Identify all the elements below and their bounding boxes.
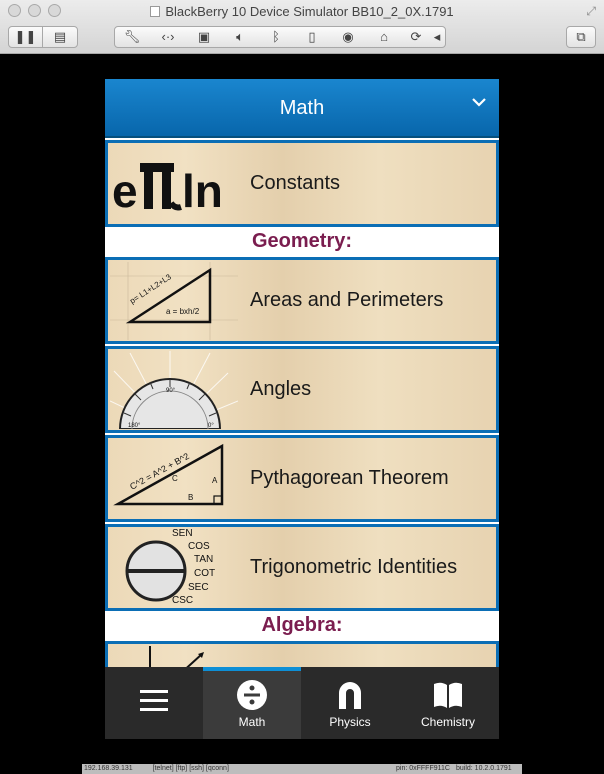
formula-perimeter: p= L1+L2+L3 bbox=[128, 272, 173, 306]
arrow-left-icon[interactable]: ◂ bbox=[429, 27, 445, 47]
rotate-icon[interactable]: ⟳ bbox=[403, 27, 429, 47]
fullscreen-icon[interactable]: ⤢ bbox=[586, 4, 596, 19]
trig-circle-icon: SEN COS TAN COT SEC CSC bbox=[125, 529, 215, 606]
svg-text:e: e bbox=[112, 165, 138, 217]
left-button-group: ❚❚ ▤ bbox=[8, 26, 78, 48]
trig-csc: CSC bbox=[172, 595, 193, 606]
windows-icon: ⧉ bbox=[576, 29, 586, 44]
document-icon bbox=[150, 6, 161, 17]
tab-physics[interactable]: Physics bbox=[301, 667, 399, 739]
sim-card-icon[interactable]: ▣ bbox=[187, 27, 221, 47]
page-title: Math bbox=[279, 97, 325, 119]
section-header-geometry: Geometry: bbox=[105, 228, 499, 255]
snapshot-icon[interactable]: ▤ bbox=[43, 27, 77, 47]
phone-icon[interactable]: ▯ bbox=[295, 27, 329, 47]
trig-sec: SEC bbox=[188, 582, 209, 593]
window-mode-button[interactable]: ⧉ bbox=[566, 26, 596, 48]
constants-icon: e ln bbox=[112, 163, 223, 217]
triangle-area-icon: p= L1+L2+L3 a = bxh/2 bbox=[110, 262, 238, 340]
formula-area: a = bxh/2 bbox=[166, 307, 200, 316]
status-pin: pin: 0xFFFF911C bbox=[396, 765, 450, 772]
list-item-trigonometric[interactable]: SEN COS TAN COT SEC CSC Trigonometric Id… bbox=[105, 524, 499, 611]
right-triangle-icon: C^2 = A^2 + B^2 C A B bbox=[113, 443, 224, 506]
degree-180: 180° bbox=[128, 423, 141, 429]
window-titlebar: BlackBerry 10 Device Simulator BB10_2_0X… bbox=[0, 0, 604, 54]
divide-icon bbox=[237, 680, 267, 710]
simulator-status-bar: 192.168.39.131 [telnet] [ftp] [ssh] [qco… bbox=[82, 764, 522, 774]
wrench-icon[interactable]: 🔧︎ bbox=[115, 27, 149, 47]
camera-icon[interactable]: ◉ bbox=[331, 27, 365, 47]
status-ip: 192.168.39.131 bbox=[84, 765, 133, 772]
status-build: build: 10.2.0.1791 bbox=[456, 765, 512, 772]
network-icon[interactable]: ‹·› bbox=[151, 27, 185, 47]
trig-tan: TAN bbox=[194, 554, 213, 565]
list-item-angles[interactable]: 90° 180° 0° Angles bbox=[105, 346, 499, 433]
tab-math-label: Math bbox=[238, 715, 266, 729]
status-services: [telnet] [ftp] [ssh] [qconn] bbox=[152, 765, 229, 772]
tab-chemistry[interactable]: Chemistry bbox=[399, 667, 497, 739]
protractor-icon: 90° 180° 0° bbox=[110, 351, 238, 429]
trig-sen: SEN bbox=[172, 529, 193, 539]
item-label: Areas and Perimeters bbox=[250, 289, 444, 311]
list-item-areas-perimeters[interactable]: p= L1+L2+L3 a = bxh/2 Areas and Perimete… bbox=[105, 257, 499, 344]
window-title: BlackBerry 10 Device Simulator BB10_2_0X… bbox=[165, 4, 454, 19]
item-label: Pythagorean Theorem bbox=[250, 467, 449, 489]
side-a: A bbox=[212, 476, 218, 485]
side-c: C bbox=[172, 474, 178, 483]
device-toolbar: 🔧︎ ‹·› ▣ 🔈︎ ᛒ ▯ ◉ ⌂ ⟳ ◂ bbox=[114, 26, 446, 48]
menu-icon bbox=[140, 690, 168, 711]
section-header-algebra: Algebra: bbox=[105, 612, 499, 639]
side-b: B bbox=[188, 493, 193, 502]
book-icon bbox=[434, 682, 462, 708]
mouse-icon[interactable]: ⌂ bbox=[367, 27, 401, 47]
trig-cot: COT bbox=[194, 568, 215, 579]
tab-physics-label: Physics bbox=[329, 715, 371, 729]
trig-cos: COS bbox=[188, 541, 210, 552]
item-label: Constants bbox=[250, 172, 341, 194]
degree-90: 90° bbox=[166, 388, 176, 394]
degree-0: 0° bbox=[208, 423, 214, 429]
item-label: Angles bbox=[250, 378, 312, 400]
bluetooth-icon[interactable]: ᛒ bbox=[259, 27, 293, 47]
pause-icon[interactable]: ❚❚ bbox=[9, 27, 43, 47]
bottom-tab-bar: Math Physics Chemistry bbox=[105, 667, 499, 739]
device-screen: Math e ln Constants Geometry: p= L1+L2+L… bbox=[105, 79, 499, 739]
list-item-pythagorean[interactable]: C^2 = A^2 + B^2 C A B Pythagorean Theore… bbox=[105, 435, 499, 522]
formula-pythagorean: C^2 = A^2 + B^2 bbox=[128, 451, 191, 492]
tab-menu[interactable] bbox=[105, 667, 203, 739]
svg-text:ln: ln bbox=[182, 165, 223, 217]
volume-icon[interactable]: 🔈︎ bbox=[223, 27, 257, 47]
item-label: Trigonometric Identities bbox=[250, 556, 458, 578]
chevron-down-icon[interactable] bbox=[469, 92, 489, 112]
tab-math[interactable]: Math bbox=[203, 667, 301, 739]
magnet-icon bbox=[339, 682, 361, 709]
list-item-constants[interactable]: e ln Constants bbox=[105, 140, 499, 227]
app-titlebar: Math bbox=[105, 79, 499, 138]
tab-chemistry-label: Chemistry bbox=[420, 715, 475, 729]
